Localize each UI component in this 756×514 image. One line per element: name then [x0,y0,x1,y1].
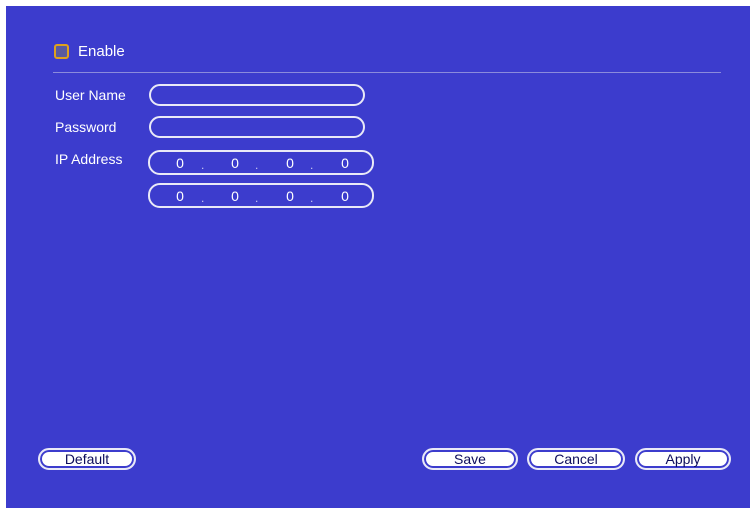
enable-checkbox[interactable] [54,43,69,59]
ip-address-input[interactable]: 0 . 0 . 0 . 0 [148,150,374,175]
ip-octet-2[interactable]: 0 [223,187,247,205]
divider [53,72,721,73]
save-button[interactable]: Save [422,448,518,470]
ip-octet-2[interactable]: 0 [223,154,247,172]
ip-separator: . [310,191,314,205]
ip-separator: . [255,191,259,205]
ip-separator: . [255,158,259,172]
ip-octet-1[interactable]: 0 [168,187,192,205]
ip-address-label: IP Address [55,151,123,167]
enable-label: Enable [78,42,125,60]
ip-separator: . [310,158,314,172]
password-label: Password [55,119,117,135]
ip-octet-3[interactable]: 0 [278,187,302,205]
settings-panel: Enable User Name Password IP Address 0 .… [6,6,750,508]
apply-button[interactable]: Apply [635,448,731,470]
ip-octet-3[interactable]: 0 [278,154,302,172]
ip-octet-1[interactable]: 0 [168,154,192,172]
ip-address-input-2[interactable]: 0 . 0 . 0 . 0 [148,183,374,208]
ip-octet-4[interactable]: 0 [333,187,357,205]
ip-separator: . [201,158,205,172]
ip-octet-4[interactable]: 0 [333,154,357,172]
ip-separator: . [201,191,205,205]
default-button[interactable]: Default [38,448,136,470]
user-name-label: User Name [55,87,126,103]
password-input[interactable] [149,116,365,138]
cancel-button[interactable]: Cancel [527,448,625,470]
user-name-input[interactable] [149,84,365,106]
enable-row[interactable]: Enable [54,40,125,62]
